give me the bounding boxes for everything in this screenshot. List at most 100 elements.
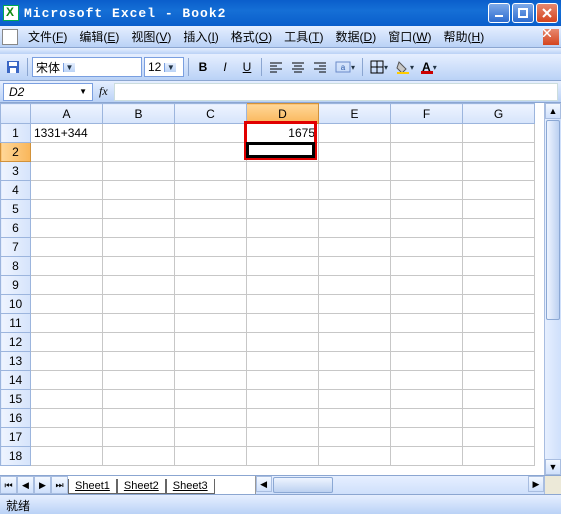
cell-E2[interactable] [319, 143, 391, 162]
fx-label[interactable]: fx [99, 84, 108, 99]
cell-E1[interactable] [319, 124, 391, 143]
sheet-tab-1[interactable]: Sheet1 [68, 479, 117, 494]
cell-A10[interactable] [31, 295, 103, 314]
merge-center-button[interactable]: a▾ [332, 57, 358, 77]
cell-C16[interactable] [175, 409, 247, 428]
cell-B6[interactable] [103, 219, 175, 238]
cell-C1[interactable] [175, 124, 247, 143]
row-header-7[interactable]: 7 [1, 238, 31, 257]
fill-color-button[interactable]: ▾ [393, 57, 417, 77]
menu-format[interactable]: 格式(O) [225, 26, 278, 47]
cell-B16[interactable] [103, 409, 175, 428]
cell-G3[interactable] [463, 162, 535, 181]
cell-G5[interactable] [463, 200, 535, 219]
cell-A8[interactable] [31, 257, 103, 276]
scroll-left-button[interactable]: ◀ [256, 476, 272, 492]
scroll-right-button[interactable]: ▶ [528, 476, 544, 492]
cell-B8[interactable] [103, 257, 175, 276]
cell-A13[interactable] [31, 352, 103, 371]
cell-D16[interactable] [247, 409, 319, 428]
cell-F14[interactable] [391, 371, 463, 390]
cell-E10[interactable] [319, 295, 391, 314]
cell-G11[interactable] [463, 314, 535, 333]
cell-B13[interactable] [103, 352, 175, 371]
save-button[interactable] [3, 57, 23, 77]
align-right-button[interactable] [310, 57, 330, 77]
cell-E15[interactable] [319, 390, 391, 409]
cell-E3[interactable] [319, 162, 391, 181]
cell-D15[interactable] [247, 390, 319, 409]
cell-A2[interactable] [31, 143, 103, 162]
cell-G12[interactable] [463, 333, 535, 352]
select-all-corner[interactable] [1, 104, 31, 124]
cell-C9[interactable] [175, 276, 247, 295]
cell-E18[interactable] [319, 447, 391, 466]
row-header-9[interactable]: 9 [1, 276, 31, 295]
cell-A14[interactable] [31, 371, 103, 390]
cell-F6[interactable] [391, 219, 463, 238]
cell-G2[interactable] [463, 143, 535, 162]
font-name-combo[interactable]: 宋体 ▼ [32, 57, 142, 77]
column-header-A[interactable]: A [31, 104, 103, 124]
menu-view[interactable]: 视图(V) [125, 26, 177, 47]
cell-C13[interactable] [175, 352, 247, 371]
align-left-button[interactable] [266, 57, 286, 77]
row-header-10[interactable]: 10 [1, 295, 31, 314]
cell-D3[interactable] [247, 162, 319, 181]
cell-F3[interactable] [391, 162, 463, 181]
cell-C17[interactable] [175, 428, 247, 447]
tab-next-button[interactable]: ▶ [34, 476, 51, 494]
vscroll-thumb[interactable] [546, 120, 560, 320]
row-header-8[interactable]: 8 [1, 257, 31, 276]
cell-A12[interactable] [31, 333, 103, 352]
cell-B7[interactable] [103, 238, 175, 257]
cell-D18[interactable] [247, 447, 319, 466]
cell-A15[interactable] [31, 390, 103, 409]
cell-F9[interactable] [391, 276, 463, 295]
cell-G6[interactable] [463, 219, 535, 238]
cell-B1[interactable] [103, 124, 175, 143]
cell-G18[interactable] [463, 447, 535, 466]
cell-G15[interactable] [463, 390, 535, 409]
cell-D7[interactable] [247, 238, 319, 257]
cell-B11[interactable] [103, 314, 175, 333]
cell-C2[interactable] [175, 143, 247, 162]
cell-D9[interactable] [247, 276, 319, 295]
cell-F16[interactable] [391, 409, 463, 428]
cell-D8[interactable] [247, 257, 319, 276]
horizontal-scrollbar[interactable]: ◀ ▶ [256, 476, 544, 494]
cell-F8[interactable] [391, 257, 463, 276]
borders-button[interactable]: ▾ [367, 57, 391, 77]
cell-D4[interactable] [247, 181, 319, 200]
cell-G8[interactable] [463, 257, 535, 276]
cell-A3[interactable] [31, 162, 103, 181]
cell-B18[interactable] [103, 447, 175, 466]
tab-first-button[interactable]: ⏮ [0, 476, 17, 494]
cell-E17[interactable] [319, 428, 391, 447]
cell-B15[interactable] [103, 390, 175, 409]
menu-insert[interactable]: 插入(I) [177, 26, 224, 47]
cell-A1[interactable]: 1331+344 [31, 124, 103, 143]
cell-F11[interactable] [391, 314, 463, 333]
cell-F10[interactable] [391, 295, 463, 314]
column-header-F[interactable]: F [391, 104, 463, 124]
cells-table[interactable]: ABCDEFG11331+344167523456789101112131415… [0, 103, 535, 466]
row-header-2[interactable]: 2 [1, 143, 31, 162]
cell-C14[interactable] [175, 371, 247, 390]
cell-A16[interactable] [31, 409, 103, 428]
cell-A5[interactable] [31, 200, 103, 219]
cell-A4[interactable] [31, 181, 103, 200]
column-header-B[interactable]: B [103, 104, 175, 124]
row-header-5[interactable]: 5 [1, 200, 31, 219]
cell-E13[interactable] [319, 352, 391, 371]
cell-A9[interactable] [31, 276, 103, 295]
cell-C6[interactable] [175, 219, 247, 238]
cell-D6[interactable] [247, 219, 319, 238]
menu-help[interactable]: 帮助(H) [438, 26, 491, 47]
document-close-button[interactable] [543, 29, 559, 45]
cell-F5[interactable] [391, 200, 463, 219]
cell-C18[interactable] [175, 447, 247, 466]
cell-D11[interactable] [247, 314, 319, 333]
cell-G16[interactable] [463, 409, 535, 428]
cell-A17[interactable] [31, 428, 103, 447]
